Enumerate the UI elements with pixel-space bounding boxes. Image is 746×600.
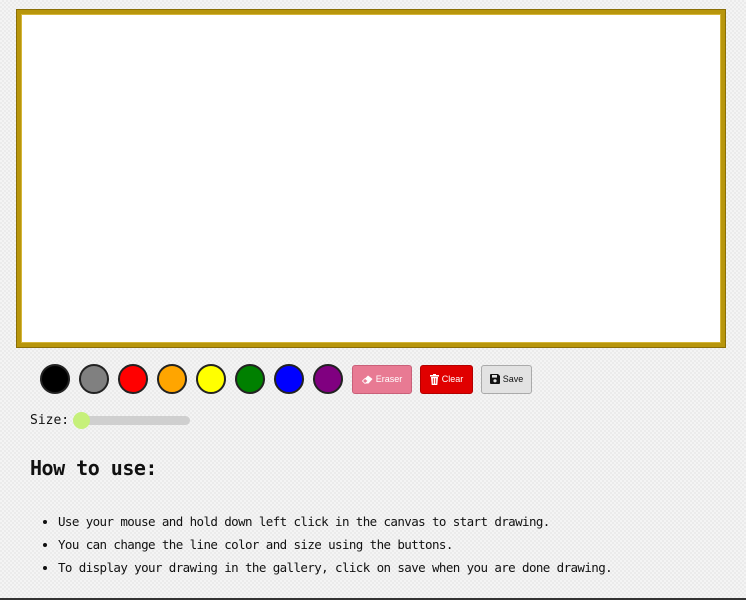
size-control: Size:	[30, 410, 191, 430]
drawing-canvas[interactable]	[17, 10, 725, 347]
save-button[interactable]: Save	[481, 364, 532, 394]
color-swatch-gray[interactable]	[79, 364, 109, 394]
size-label: Size:	[30, 412, 70, 428]
list-item: Use your mouse and hold down left click …	[58, 510, 612, 533]
eraser-button[interactable]: Eraser	[352, 364, 412, 394]
list-item: To display your drawing in the gallery, …	[58, 556, 613, 579]
size-slider-track[interactable]	[73, 416, 191, 425]
color-swatch-blue[interactable]	[274, 364, 304, 394]
size-slider-thumb[interactable]	[73, 412, 91, 429]
size-slider[interactable]	[73, 412, 191, 429]
color-swatch-green[interactable]	[235, 364, 265, 394]
how-to-use-heading: How to use:	[30, 456, 157, 480]
trash-icon	[429, 373, 439, 385]
save-button-label: Save	[502, 374, 524, 384]
color-swatch-yellow[interactable]	[196, 364, 226, 394]
floppy-disk-icon	[489, 374, 500, 384]
color-swatch-orange[interactable]	[157, 364, 187, 394]
clear-button[interactable]: Clear	[420, 364, 473, 394]
color-swatch-red[interactable]	[118, 364, 148, 394]
list-item: You can change the line color and size u…	[58, 533, 612, 556]
toolbar: Eraser Clear Save	[40, 362, 540, 396]
eraser-button-label: Eraser	[375, 374, 403, 384]
clear-button-label: Clear	[441, 374, 464, 384]
eraser-icon	[361, 375, 373, 384]
color-swatch-purple[interactable]	[313, 364, 343, 394]
how-to-use-list: Use your mouse and hold down left click …	[30, 510, 613, 579]
color-swatch-black[interactable]	[40, 364, 70, 394]
